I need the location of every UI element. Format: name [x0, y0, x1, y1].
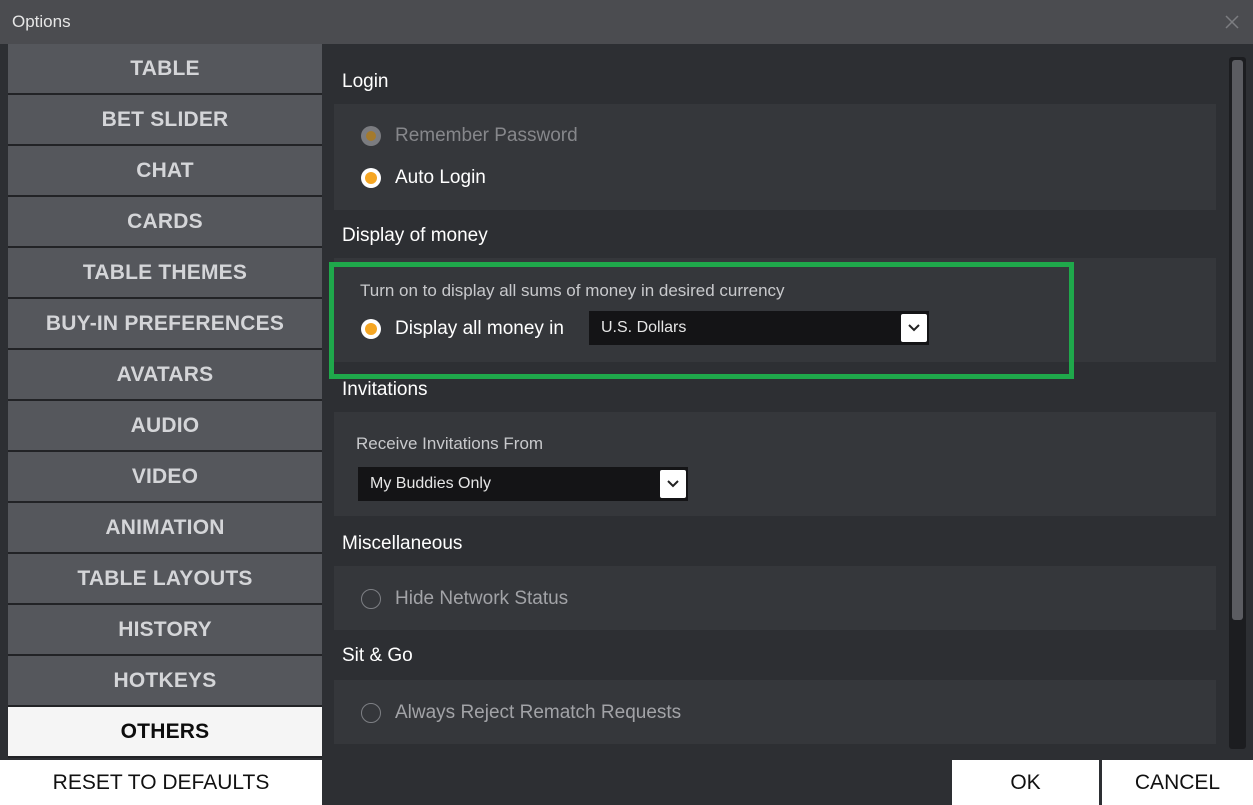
window-title: Options: [12, 12, 71, 31]
title-bar: Options: [0, 0, 1253, 44]
sidebar-item-table-themes[interactable]: TABLE THEMES: [8, 248, 322, 297]
sidebar-item-others[interactable]: OTHERS: [8, 707, 322, 756]
ok-button[interactable]: OK: [952, 760, 1099, 805]
login-panel: Remember Password Auto Login: [334, 104, 1216, 210]
sidebar-item-table-layouts[interactable]: TABLE LAYOUTS: [8, 554, 322, 603]
display-money-section-title: Display of money: [342, 225, 488, 246]
close-icon[interactable]: [1219, 9, 1245, 35]
sidebar: TABLE BET SLIDER CHAT CARDS TABLE THEMES…: [8, 44, 322, 758]
sidebar-item-avatars[interactable]: AVATARS: [8, 350, 322, 399]
sidebar-item-bet-slider[interactable]: BET SLIDER: [8, 95, 322, 144]
reject-rematch-radio[interactable]: [361, 703, 381, 723]
sidebar-item-animation[interactable]: ANIMATION: [8, 503, 322, 552]
options-content: Login Remember Password Auto Login Displ…: [322, 44, 1253, 758]
display-money-highlight-box: [329, 262, 1074, 379]
misc-panel: Hide Network Status: [334, 566, 1216, 630]
invitations-panel: Receive Invitations From My Buddies Only: [334, 412, 1216, 516]
auto-login-radio[interactable]: [361, 168, 381, 188]
sidebar-item-chat[interactable]: CHAT: [8, 146, 322, 195]
sitgo-panel: Always Reject Rematch Requests: [334, 680, 1216, 744]
sidebar-item-audio[interactable]: AUDIO: [8, 401, 322, 450]
chevron-down-icon[interactable]: [660, 470, 686, 498]
sidebar-item-hotkeys[interactable]: HOTKEYS: [8, 656, 322, 705]
invitations-select-value: My Buddies Only: [370, 475, 491, 492]
sitgo-section-title: Sit & Go: [342, 645, 413, 666]
misc-section-title: Miscellaneous: [342, 533, 463, 554]
cancel-button[interactable]: CANCEL: [1102, 760, 1253, 805]
reject-rematch-option[interactable]: Always Reject Rematch Requests: [361, 702, 681, 724]
options-window: Options TABLE BET SLIDER CHAT CARDS TABL…: [0, 0, 1253, 805]
remember-password-radio[interactable]: [361, 126, 381, 146]
reset-to-defaults-button[interactable]: RESET TO DEFAULTS: [0, 760, 322, 805]
hide-network-status-label: Hide Network Status: [395, 588, 569, 609]
invitations-section-title: Invitations: [342, 379, 428, 400]
auto-login-option[interactable]: Auto Login: [361, 167, 486, 189]
remember-password-option[interactable]: Remember Password: [361, 125, 578, 147]
reject-rematch-label: Always Reject Rematch Requests: [395, 702, 682, 723]
invitations-hint: Receive Invitations From: [356, 434, 544, 453]
sidebar-item-cards[interactable]: CARDS: [8, 197, 322, 246]
remember-password-label: Remember Password: [395, 125, 578, 146]
sidebar-item-video[interactable]: VIDEO: [8, 452, 322, 501]
login-section-title: Login: [342, 71, 389, 92]
hide-network-status-radio[interactable]: [361, 589, 381, 609]
invitations-select[interactable]: My Buddies Only: [358, 467, 688, 501]
sidebar-item-table[interactable]: TABLE: [8, 44, 322, 93]
sidebar-item-history[interactable]: HISTORY: [8, 605, 322, 654]
hide-network-status-option[interactable]: Hide Network Status: [361, 588, 568, 610]
scrollbar-thumb[interactable]: [1232, 60, 1243, 620]
sidebar-item-buy-in-preferences[interactable]: BUY-IN PREFERENCES: [8, 299, 322, 348]
auto-login-label: Auto Login: [395, 167, 486, 188]
